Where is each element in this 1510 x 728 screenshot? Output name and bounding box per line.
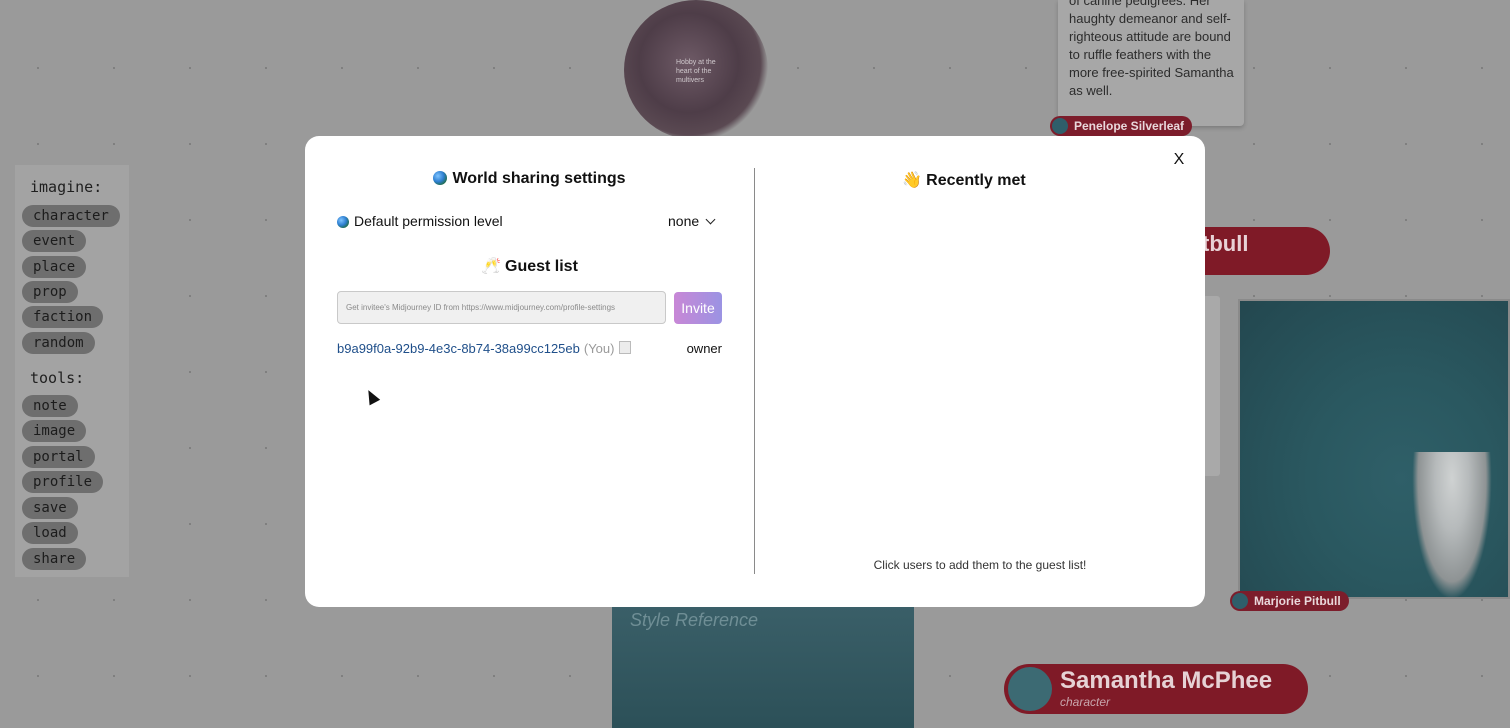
character-tag-marjorie[interactable]: Marjorie Pitbull: [1230, 591, 1349, 611]
globe-icon: [433, 171, 448, 185]
default-permission-label-text: Default permission level: [354, 213, 503, 229]
recently-met-title: 👋 Recently met: [755, 170, 1173, 190]
tool-save-button[interactable]: save: [22, 497, 78, 519]
tool-load-button[interactable]: load: [22, 522, 78, 544]
imagine-random-button[interactable]: random: [22, 332, 95, 354]
tool-portal-button[interactable]: portal: [22, 446, 95, 468]
recently-met-hint: Click users to add them to the guest lis…: [873, 558, 1087, 572]
tools-heading: tools:: [30, 369, 85, 387]
invitee-id-input[interactable]: [337, 291, 666, 324]
imagine-prop-button[interactable]: prop: [22, 281, 78, 303]
character-tag-penelope[interactable]: Penelope Silverleaf: [1050, 116, 1193, 136]
invite-button[interactable]: Invite: [674, 292, 722, 324]
imagine-event-button[interactable]: event: [22, 230, 87, 252]
tool-image-button[interactable]: image: [22, 420, 87, 442]
permission-level-select[interactable]: none: [668, 213, 716, 229]
character-tag-label: Marjorie Pitbull: [1254, 594, 1341, 608]
character-banner-type: character: [1060, 695, 1111, 709]
world-sharing-title-text: World sharing settings: [452, 170, 626, 187]
imagine-place-button[interactable]: place: [22, 256, 87, 278]
tool-note-button[interactable]: note: [22, 395, 78, 417]
imagine-character-button[interactable]: character: [22, 205, 120, 227]
guest-id[interactable]: b9a99f0a-92b9-4e3c-8b74-38a99cc125eb: [337, 341, 580, 356]
imagine-heading: imagine:: [30, 178, 103, 196]
modal-divider: [754, 168, 755, 574]
portrait-figure: [1412, 452, 1492, 600]
note-card-text: of canine pedigrees. Her haughty demeano…: [1069, 0, 1234, 98]
recently-met-title-text: Recently met: [926, 172, 1026, 189]
chevron-down-icon: [705, 214, 716, 225]
character-banner-title: tbull: [1202, 231, 1249, 256]
globe-icon: [337, 216, 349, 228]
guest-list-item: b9a99f0a-92b9-4e3c-8b74-38a99cc125eb (You…: [337, 341, 722, 356]
guest-list-title: 🥂 Guest list: [305, 256, 754, 276]
style-reference-label: Style Reference: [630, 610, 759, 630]
tool-panel: imagine: character event place prop fact…: [15, 165, 129, 577]
character-banner-samantha[interactable]: Samantha McPhee character: [1004, 664, 1308, 714]
default-permission-label: Default permission level: [337, 213, 503, 229]
avatar: [1052, 118, 1068, 134]
world-sharing-modal: X World sharing settings Default permiss…: [305, 136, 1205, 607]
world-sharing-title: World sharing settings: [305, 170, 754, 188]
card-edge: [1204, 296, 1220, 476]
waving-hand-icon: 👋: [902, 172, 923, 189]
imagine-faction-button[interactable]: faction: [22, 306, 104, 328]
copy-icon[interactable]: [619, 341, 632, 354]
guest-list-title-text: Guest list: [505, 258, 578, 275]
tool-share-button[interactable]: share: [22, 548, 87, 570]
close-button[interactable]: X: [1171, 150, 1187, 170]
avatar: [1008, 667, 1052, 711]
guest-role: owner: [686, 341, 722, 356]
portal-orb-text: Hobby at the heart of the multivers: [676, 59, 716, 84]
you-label: (You): [583, 341, 615, 356]
character-banner-title: Samantha McPhee: [1060, 667, 1273, 694]
avatar: [1232, 593, 1248, 609]
character-tag-label: Penelope Silverleaf: [1074, 119, 1185, 133]
permission-level-value: none: [668, 213, 700, 229]
champagne-glasses-icon: 🥂: [481, 258, 501, 275]
tool-profile-button[interactable]: profile: [22, 471, 104, 493]
